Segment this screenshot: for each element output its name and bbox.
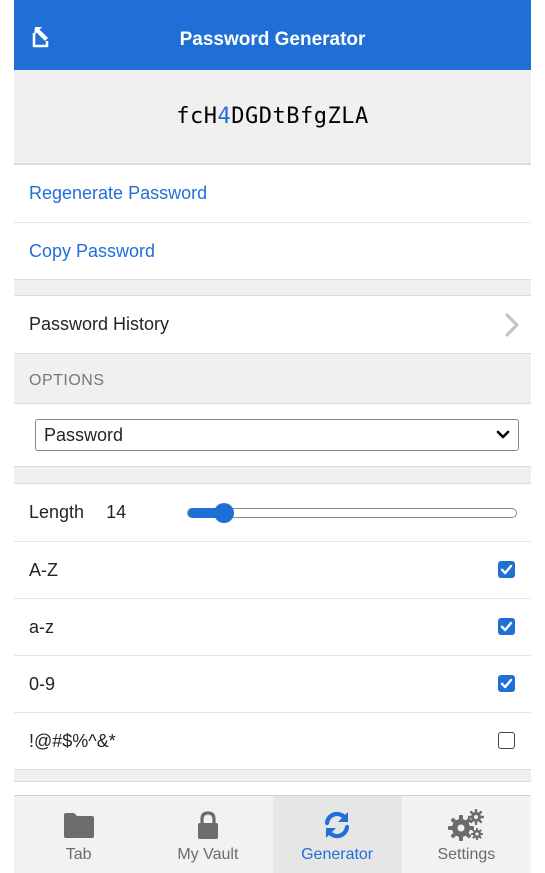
chevron-down-icon [496,430,510,439]
password-segment: DGDtBfgZLA [231,104,369,129]
length-slider-thumb[interactable] [214,502,235,523]
numbers-option-label: 0-9 [29,673,56,694]
tab-my-vault[interactable]: My Vault [143,796,272,873]
uppercase-option-row: A-Z [14,541,531,598]
generated-password-display: fcH4DGDtBfgZLA [14,70,531,164]
app-header: Password Generator [14,0,531,70]
chevron-right-icon [505,312,519,337]
length-slider[interactable] [187,502,517,523]
password-segment-number: 4 [217,104,232,129]
tab-current-tab[interactable]: Tab [14,796,143,873]
length-row: Length 14 [14,484,531,541]
tab-label: Settings [437,846,496,863]
numbers-checkbox[interactable] [498,675,515,692]
password-history-section: Password History [14,295,531,354]
lock-icon [197,811,218,839]
copy-password-link[interactable]: Copy Password [14,222,531,279]
generator-type-value: Password [44,424,124,445]
password-generator-app: Password Generator fcH4DGDtBfgZLA Regene… [14,0,531,873]
password-history-row[interactable]: Password History [14,296,531,353]
length-label: Length [29,502,85,522]
special-checkbox[interactable] [498,732,515,749]
password-history-label: Password History [29,314,170,334]
generated-password[interactable]: fcH4DGDtBfgZLA [176,104,368,129]
tab-settings[interactable]: Settings [402,796,531,873]
tab-label: Tab [65,846,92,863]
refresh-icon [325,811,350,839]
lowercase-option-row: a-z [14,598,531,655]
tab-label: My Vault [177,846,239,863]
generator-options-list: Length 14 A-Z a-z 0-9 !@#$%^&* [14,483,531,770]
regenerate-password-link[interactable]: Regenerate Password [14,165,531,222]
lowercase-checkbox[interactable] [498,618,515,635]
length-value: 14 [106,502,127,522]
generator-type-select[interactable]: Password [35,419,519,451]
special-option-row: !@#$%^&* [14,712,531,769]
uppercase-checkbox[interactable] [498,561,515,578]
lowercase-option-label: a-z [29,616,55,637]
tab-generator[interactable]: Generator [272,796,402,873]
password-segment: fcH [176,104,218,129]
page-title: Password Generator [179,29,366,50]
bottom-tab-bar: Tab My Vault Generator Settings [14,795,531,873]
uppercase-option-label: A-Z [29,559,58,580]
numbers-option-row: 0-9 [14,655,531,712]
special-option-label: !@#$%^&* [29,730,116,751]
gears-icon [448,809,485,841]
folder-icon [63,813,94,838]
options-section-label: OPTIONS [29,372,105,389]
tab-label: Generator [301,846,374,863]
password-actions: Regenerate Password Copy Password [14,164,531,280]
